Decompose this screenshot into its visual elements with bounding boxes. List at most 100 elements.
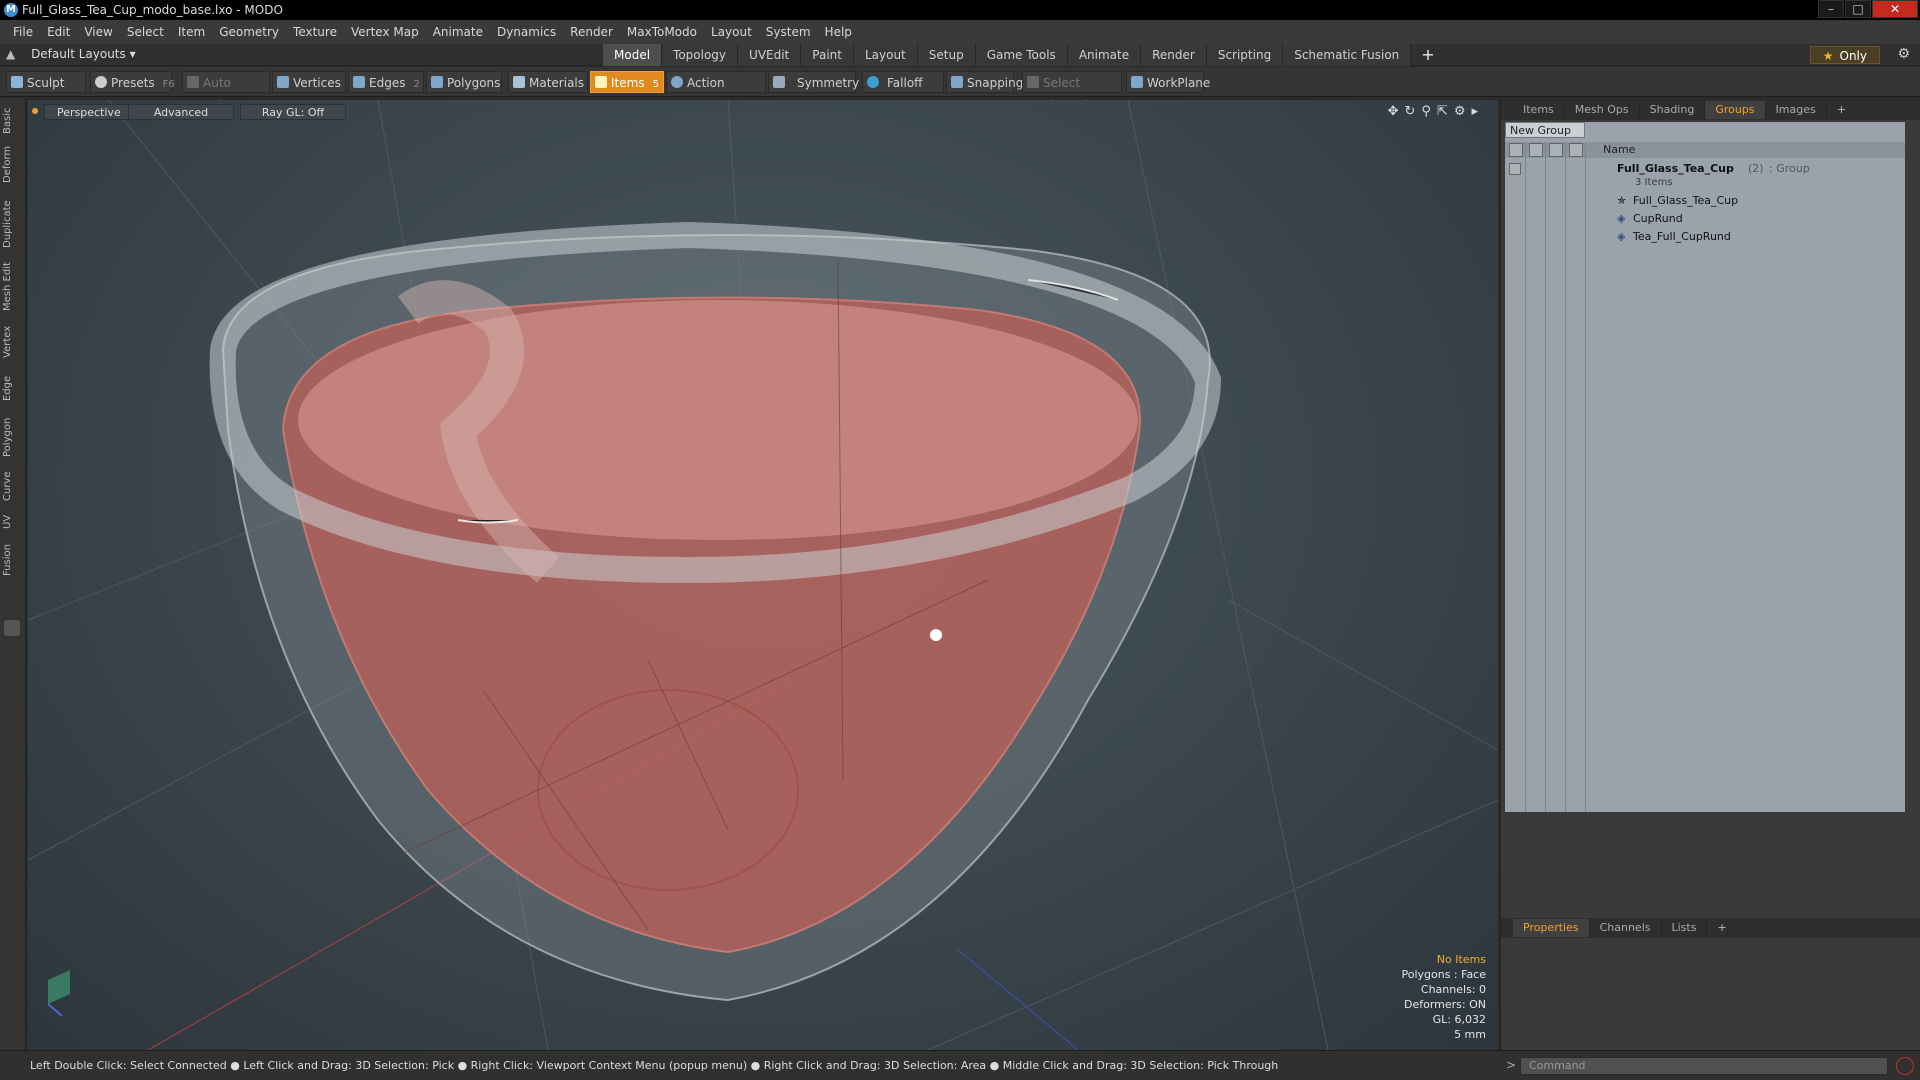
view-type-button[interactable]: Perspective — [44, 104, 134, 120]
viewport-expand-icon[interactable]: ▸ — [1471, 104, 1478, 119]
menu-animate[interactable]: Animate — [426, 25, 490, 39]
tab-animate[interactable]: Animate — [1067, 44, 1142, 66]
tab-schematic-fusion[interactable]: Schematic Fusion — [1283, 44, 1412, 66]
tab-model[interactable]: Model — [603, 44, 663, 66]
layout-preset-dropdown[interactable]: Default Layouts ▾ — [31, 47, 136, 61]
list-item[interactable]: ✯ Full_Glass_Tea_Cup — [1505, 192, 1905, 210]
tab-lists[interactable]: Lists — [1662, 919, 1708, 937]
title-bar: M Full_Glass_Tea_Cup_modo_base.lxo - MOD… — [0, 0, 1920, 20]
tab-shading[interactable]: Shading — [1640, 101, 1706, 119]
edges-button[interactable]: Edges 2 — [348, 71, 424, 93]
hud-deformers: Deformers: ON — [1404, 998, 1486, 1011]
vertices-button[interactable]: Vertices1 — [272, 71, 355, 93]
lefttab-vertex[interactable]: Vertex — [2, 320, 22, 364]
collapse-arrow-icon[interactable]: ▲ — [6, 47, 15, 61]
mesh-icon: ◈ — [1617, 230, 1626, 243]
menu-dynamics[interactable]: Dynamics — [490, 25, 563, 39]
lefttab-curve[interactable]: Curve — [2, 466, 22, 506]
locator-icon: ✯ — [1617, 194, 1627, 207]
lefttab-fusion[interactable]: Fusion — [2, 538, 22, 582]
render-column-icon[interactable] — [1529, 143, 1543, 157]
add-tab-icon[interactable]: + — [1411, 44, 1444, 66]
lefttab-deform[interactable]: Deform — [2, 142, 22, 186]
rotate-view-icon[interactable]: ↻ — [1404, 104, 1415, 119]
viewport-menu-icon[interactable] — [32, 108, 38, 114]
select-column-icon[interactable] — [1569, 143, 1583, 157]
add-bottom-tab-icon[interactable]: + — [1707, 919, 1736, 937]
add-panel-tab-icon[interactable]: + — [1827, 101, 1856, 119]
list-item-label: Full_Glass_Tea_Cup — [1633, 194, 1739, 207]
lefttab-polygon[interactable]: Polygon — [2, 412, 22, 462]
zoom-view-icon[interactable]: ⚲ — [1421, 104, 1431, 119]
tab-images[interactable]: Images — [1766, 101, 1827, 119]
new-group-button[interactable]: New Group — [1505, 122, 1585, 138]
only-toggle[interactable]: ★ Only — [1809, 46, 1880, 64]
tab-game-tools[interactable]: Game Tools — [975, 44, 1068, 66]
tab-paint[interactable]: Paint — [801, 44, 854, 66]
command-input[interactable]: Command — [1520, 1057, 1888, 1075]
lefttab-duplicate[interactable]: Duplicate — [2, 194, 22, 254]
menu-layout[interactable]: Layout — [704, 25, 759, 39]
select-through-button[interactable]: Select Through — [1022, 71, 1122, 112]
menu-item[interactable]: Item — [171, 25, 212, 39]
command-run-icon[interactable] — [1896, 1057, 1914, 1075]
lefttab-basic[interactable]: Basic — [2, 104, 22, 138]
polygons-icon — [431, 76, 443, 88]
menu-vertex-map[interactable]: Vertex Map — [344, 25, 426, 39]
3d-viewport[interactable]: Perspective Advanced Ray GL: Off ✥ ↻ ⚲ ⇱… — [28, 100, 1498, 1050]
status-bar: Left Double Click: Select Connected ● Le… — [0, 1050, 1500, 1080]
list-item[interactable]: ◈ CupRund — [1505, 210, 1905, 228]
tab-channels[interactable]: Channels — [1590, 919, 1662, 937]
menu-view[interactable]: View — [77, 25, 119, 39]
snapping-button[interactable]: Snapping — [946, 71, 1023, 93]
menu-select[interactable]: Select — [120, 25, 171, 39]
tab-items[interactable]: Items — [1513, 101, 1565, 119]
tab-setup[interactable]: Setup — [917, 44, 976, 66]
tab-topology[interactable]: Topology — [662, 44, 739, 66]
gear-icon[interactable]: ⚙ — [1897, 46, 1910, 62]
shading-mode-button[interactable]: Advanced — [128, 104, 234, 120]
lefttab-uv[interactable]: UV — [2, 508, 22, 536]
falloff-button[interactable]: Falloff — [862, 71, 944, 93]
polygons-button[interactable]: Polygons — [426, 71, 502, 93]
command-history-icon[interactable]: > — [1506, 1058, 1516, 1072]
action-center-button[interactable]: Action Center — [666, 71, 766, 112]
tab-scripting[interactable]: Scripting — [1206, 44, 1284, 66]
menu-file[interactable]: File — [6, 25, 40, 39]
fit-view-icon[interactable]: ⇱ — [1437, 104, 1448, 119]
workplane-button[interactable]: WorkPlane — [1126, 71, 1210, 93]
items-button[interactable]: Items 5 — [590, 71, 664, 93]
menu-texture[interactable]: Texture — [286, 25, 344, 39]
tab-groups[interactable]: Groups — [1705, 101, 1766, 119]
list-item[interactable]: ◈ Tea_Full_CupRund — [1505, 228, 1905, 246]
presets-button[interactable]: Presets F6 — [90, 71, 175, 93]
menu-maxtomodo[interactable]: MaxToModo — [620, 25, 704, 39]
minimize-button[interactable]: – — [1818, 0, 1844, 18]
lefttab-edge[interactable]: Edge — [2, 368, 22, 408]
menu-help[interactable]: Help — [818, 25, 859, 39]
palette-toggle-icon[interactable] — [4, 620, 20, 636]
visibility-column-icon[interactable] — [1509, 143, 1523, 157]
auto-select-button[interactable]: Auto Select — [182, 71, 270, 112]
materials-button[interactable]: Materials — [508, 71, 588, 93]
menu-geometry[interactable]: Geometry — [212, 25, 286, 39]
tab-mesh-ops[interactable]: Mesh Ops — [1565, 101, 1640, 119]
symmetry-button[interactable]: Symmetry — [768, 71, 859, 93]
tab-uvedit[interactable]: UVEdit — [738, 44, 802, 66]
tab-render[interactable]: Render — [1141, 44, 1207, 66]
menu-system[interactable]: System — [759, 25, 818, 39]
snapping-label: Snapping — [967, 76, 1024, 90]
sculpt-button[interactable]: Sculpt — [6, 71, 86, 93]
move-view-icon[interactable]: ✥ — [1388, 104, 1399, 119]
raygl-button[interactable]: Ray GL: Off — [240, 104, 346, 120]
menu-edit[interactable]: Edit — [40, 25, 77, 39]
menu-render[interactable]: Render — [563, 25, 620, 39]
hud-unit: 5 mm — [1454, 1028, 1486, 1041]
tab-properties[interactable]: Properties — [1513, 919, 1590, 937]
close-button[interactable]: ✕ — [1872, 0, 1918, 18]
lock-column-icon[interactable] — [1549, 143, 1563, 157]
maximize-button[interactable]: □ — [1845, 0, 1871, 18]
tab-layout[interactable]: Layout — [853, 44, 918, 66]
lefttab-mesh-edit[interactable]: Mesh Edit — [2, 258, 22, 316]
viewport-settings-icon[interactable]: ⚙ — [1454, 104, 1466, 119]
